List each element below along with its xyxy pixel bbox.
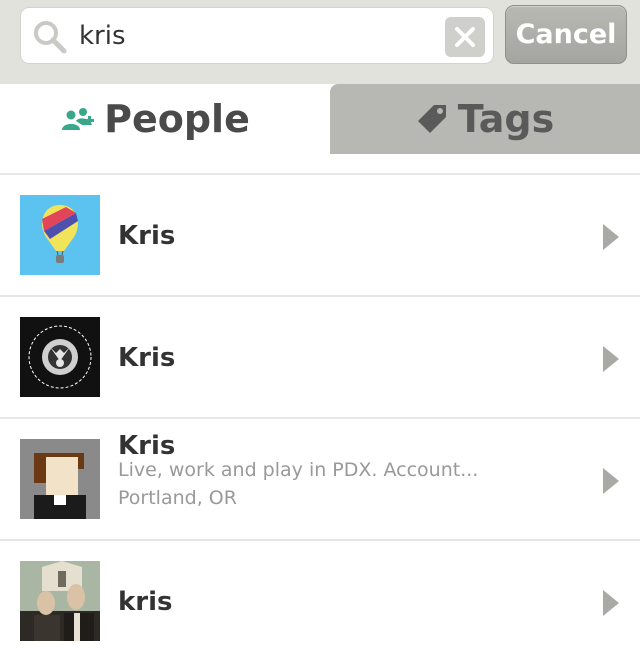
- hot-air-balloon-avatar: [20, 195, 100, 275]
- list-item[interactable]: Kris: [0, 175, 640, 297]
- tag-icon: [416, 103, 448, 135]
- list-item[interactable]: kris: [0, 541, 640, 650]
- music-badge-avatar: [20, 317, 100, 397]
- clear-search-button[interactable]: [445, 17, 485, 57]
- list-item[interactable]: Kris: [0, 297, 640, 419]
- result-name: Kris: [118, 343, 176, 373]
- tab-tags[interactable]: Tags: [330, 84, 640, 154]
- result-name: kris: [118, 587, 173, 617]
- chevron-right-icon: [603, 468, 619, 494]
- tab-tags-label: Tags: [457, 97, 555, 141]
- search-input[interactable]: [79, 16, 449, 56]
- chevron-right-icon: [603, 346, 619, 372]
- cancel-button[interactable]: Cancel: [505, 5, 627, 64]
- chevron-right-icon: [603, 224, 619, 250]
- result-location: Portland, OR: [118, 487, 237, 509]
- chevron-right-icon: [603, 590, 619, 616]
- result-name: Kris: [118, 431, 176, 461]
- people-icon: [60, 106, 95, 132]
- search-bar: Cancel: [0, 0, 640, 84]
- list-item[interactable]: Kris Live, work and play in PDX. Account…: [0, 419, 640, 541]
- tab-people-label: People: [104, 97, 250, 141]
- results-list: Kris Kris Kris Live, work and play in PD…: [0, 175, 640, 650]
- american-gothic-avatar: [20, 561, 100, 641]
- result-name: Kris: [118, 221, 176, 251]
- tab-people[interactable]: People: [0, 84, 310, 154]
- close-icon: [455, 27, 475, 47]
- result-bio: Live, work and play in PDX. Account...: [118, 459, 479, 481]
- search-icon: [33, 20, 67, 54]
- tab-divider: [0, 154, 640, 175]
- search-field[interactable]: [20, 7, 494, 64]
- pixel-portrait-avatar: [20, 439, 100, 519]
